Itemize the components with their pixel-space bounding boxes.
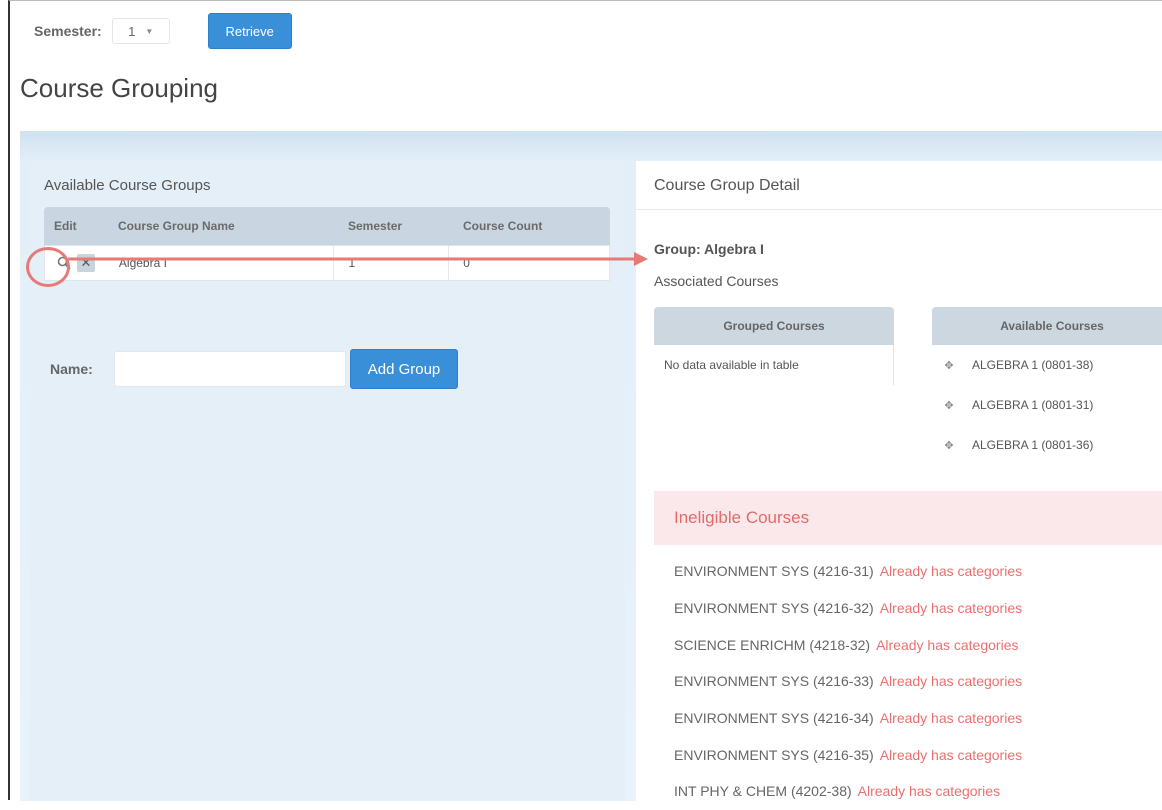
grouped-courses-empty: No data available in table [654, 345, 894, 385]
group-label: Group: Algebra I [654, 241, 764, 257]
chevron-down-icon: ▼ [145, 26, 154, 36]
available-course-label: ALGEBRA 1 (0801-38) [972, 358, 1094, 372]
ineligible-reason: Already has categories [879, 563, 1023, 580]
move-icon[interactable]: ✥ [932, 439, 966, 452]
ineligible-courses-header: Ineligible Courses [654, 491, 1162, 545]
highlight-circle [26, 247, 70, 287]
available-groups-table: Edit Course Group Name Semester Course C… [44, 207, 610, 281]
column-header-edit: Edit [54, 219, 77, 233]
available-course-label: ALGEBRA 1 (0801-31) [972, 398, 1094, 412]
ineligible-course: ENVIRONMENT SYS (4216-33) [674, 673, 874, 690]
list-item[interactable]: ✥ ALGEBRA 1 (0801-31) [932, 385, 1162, 425]
available-courses-table: Available Courses ✥ ALGEBRA 1 (0801-38) … [932, 307, 1162, 465]
app-window: Semester: 1 ▼ Retrieve Course Grouping A… [8, 0, 1162, 801]
move-icon[interactable]: ✥ [932, 359, 966, 372]
grouped-courses-header: Grouped Courses [654, 307, 894, 345]
ineligible-course: ENVIRONMENT SYS (4216-31) [674, 563, 874, 580]
ineligible-course: SCIENCE ENRICHM (4218-32) [674, 636, 871, 653]
table-header: Edit Course Group Name Semester Course C… [44, 207, 610, 245]
available-course-label: ALGEBRA 1 (0801-36) [972, 438, 1094, 452]
available-groups-title: Available Course Groups [44, 177, 211, 194]
list-item: ENVIRONMENT SYS (4216-35) Already has cat… [674, 736, 1022, 773]
ineligible-course: INT PHY & CHEM (4202-38) [674, 783, 852, 800]
grouped-courses-table: Grouped Courses No data available in tab… [654, 307, 894, 385]
ineligible-reason: Already has categories [876, 636, 1019, 653]
course-group-detail-panel: Course Group Detail Group: Algebra I Ass… [636, 161, 1162, 801]
list-item: INT PHY & CHEM (4202-38) Already has cate… [674, 773, 1022, 810]
annotation-arrow [68, 252, 648, 266]
semester-select[interactable]: 1 ▼ [111, 18, 170, 44]
ineligible-reason: Already has categories [879, 746, 1023, 763]
list-item: ENVIRONMENT SYS (4216-32) Already has cat… [674, 590, 1022, 627]
ineligible-courses-list: ENVIRONMENT SYS (4216-31) Already has cat… [674, 553, 1022, 810]
add-group-form: Name: Add Group [50, 349, 458, 389]
list-item: ENVIRONMENT SYS (4216-34) Already has cat… [674, 700, 1022, 737]
ineligible-course: ENVIRONMENT SYS (4216-35) [674, 746, 874, 763]
ineligible-course: ENVIRONMENT SYS (4216-34) [674, 710, 874, 727]
ineligible-reason: Already has categories [879, 673, 1023, 690]
ineligible-reason: Already has categories [879, 710, 1023, 727]
available-courses-header: Available Courses [932, 307, 1162, 345]
group-name-input[interactable] [114, 351, 346, 387]
detail-title: Course Group Detail [654, 177, 800, 194]
associated-courses-label: Associated Courses [654, 273, 779, 289]
ineligible-reason: Already has categories [879, 600, 1023, 617]
column-header-name[interactable]: Course Group Name [104, 219, 334, 233]
column-header-count[interactable]: Course Count [449, 219, 609, 233]
semester-bar: Semester: 1 ▼ Retrieve [34, 11, 292, 51]
ineligible-reason: Already has categories [857, 783, 1001, 800]
add-group-button[interactable]: Add Group [350, 349, 458, 389]
move-icon[interactable]: ✥ [932, 399, 966, 412]
ineligible-course: ENVIRONMENT SYS (4216-32) [674, 600, 874, 617]
page-title: Course Grouping [20, 73, 218, 103]
list-item: ENVIRONMENT SYS (4216-33) Already has cat… [674, 663, 1022, 700]
list-item[interactable]: ✥ ALGEBRA 1 (0801-36) [932, 425, 1162, 465]
retrieve-button[interactable]: Retrieve [207, 13, 292, 49]
divider [636, 209, 1162, 210]
column-header-semester[interactable]: Semester [334, 219, 449, 233]
main-panel: Available Course Groups Edit Course Grou… [20, 131, 1162, 801]
semester-label: Semester: [34, 23, 102, 39]
name-label: Name: [50, 361, 93, 377]
semester-select-value: 1 [128, 23, 136, 39]
list-item[interactable]: ✥ ALGEBRA 1 (0801-38) [932, 345, 1162, 385]
list-item: SCIENCE ENRICHM (4218-32) Already has cat… [674, 626, 1022, 663]
list-item: ENVIRONMENT SYS (4216-31) Already has cat… [674, 553, 1022, 590]
